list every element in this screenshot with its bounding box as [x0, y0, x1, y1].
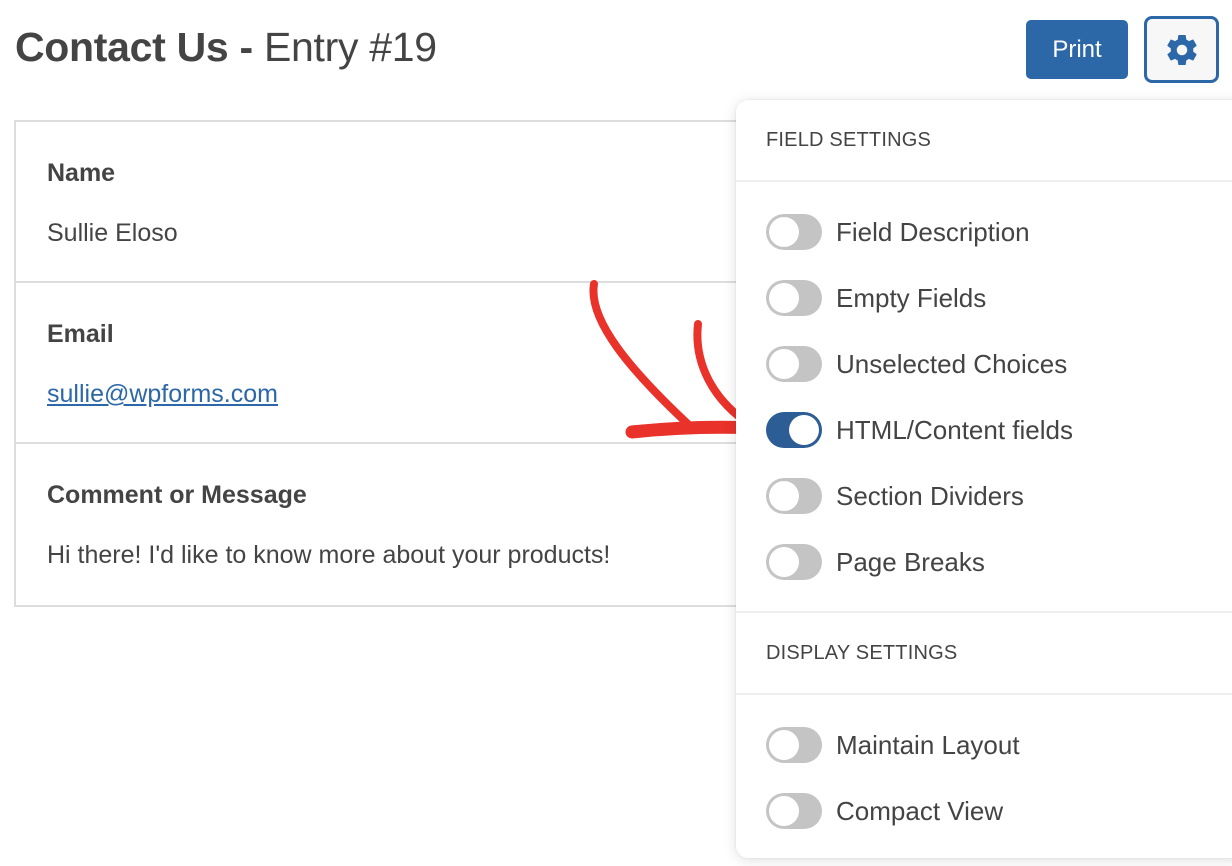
toggle-knob [769, 547, 799, 577]
field-label: Email [47, 320, 114, 348]
toggle-row-maintain-layout[interactable]: Maintain Layout [736, 712, 1232, 778]
field-label: Name [47, 159, 116, 187]
entry-label: Entry #19 [263, 24, 437, 70]
toggle-row-unselected-choices[interactable]: Unselected Choices [736, 331, 1232, 397]
field-value: Hi there! I'd like to know more about yo… [47, 541, 611, 569]
form-name: Contact Us [15, 24, 229, 70]
toggle-knob [769, 481, 799, 511]
toggle-knob [769, 217, 799, 247]
entry-settings-dropdown: FIELD SETTINGS Field Description Empty F… [736, 100, 1232, 858]
toggle-row-field-description[interactable]: Field Description [736, 199, 1232, 265]
toggle-label: Section Dividers [836, 480, 1024, 511]
display-settings-heading: DISPLAY SETTINGS [736, 613, 1232, 695]
field-value: Sullie Eloso [47, 219, 178, 247]
toggle-row-page-breaks[interactable]: Page Breaks [736, 529, 1232, 595]
toggle-label: Page Breaks [836, 546, 985, 577]
toggle-knob [769, 730, 799, 760]
toggle-row-compact-view[interactable]: Compact View [736, 778, 1232, 844]
toggle-label: Unselected Choices [836, 348, 1068, 379]
entry-fields-table: Name Sullie Eloso Email sullie@wpforms.c… [14, 120, 774, 607]
print-button[interactable]: Print [1026, 20, 1128, 79]
toggle-row-section-dividers[interactable]: Section Dividers [736, 463, 1232, 529]
settings-button[interactable] [1144, 16, 1219, 83]
gear-icon [1164, 32, 1200, 68]
toggle-switch[interactable] [766, 346, 822, 382]
toggle-knob [769, 349, 799, 379]
entry-field-name: Name Sullie Eloso [16, 122, 772, 283]
title-separator: - [228, 24, 264, 70]
email-link[interactable]: sullie@wpforms.com [47, 380, 278, 408]
display-settings-list: Maintain Layout Compact View [736, 695, 1232, 854]
toggle-switch[interactable] [766, 727, 822, 763]
toggle-knob [769, 796, 799, 826]
field-settings-heading: FIELD SETTINGS [736, 100, 1232, 182]
toggle-row-empty-fields[interactable]: Empty Fields [736, 265, 1232, 331]
toggle-switch[interactable] [766, 544, 822, 580]
entry-field-message: Comment or Message Hi there! I'd like to… [16, 444, 772, 605]
toggle-knob [769, 283, 799, 313]
toggle-row-html-content-fields[interactable]: HTML/Content fields [736, 397, 1232, 463]
toggle-label: Field Description [836, 216, 1030, 247]
toggle-switch[interactable] [766, 214, 822, 250]
toggle-label: HTML/Content fields [836, 414, 1073, 445]
toggle-knob [789, 415, 819, 445]
field-label: Comment or Message [47, 481, 307, 509]
toggle-label: Empty Fields [836, 282, 987, 313]
toggle-switch[interactable] [766, 793, 822, 829]
toggle-switch[interactable] [766, 478, 822, 514]
toggle-switch[interactable] [766, 412, 822, 448]
toggle-label: Maintain Layout [836, 729, 1020, 760]
toggle-switch[interactable] [766, 280, 822, 316]
field-settings-list: Field Description Empty Fields Unselecte… [736, 182, 1232, 613]
entry-field-email: Email sullie@wpforms.com [16, 283, 772, 444]
page-title: Contact Us - Entry #19 [15, 22, 437, 72]
toggle-label: Compact View [836, 795, 1004, 826]
